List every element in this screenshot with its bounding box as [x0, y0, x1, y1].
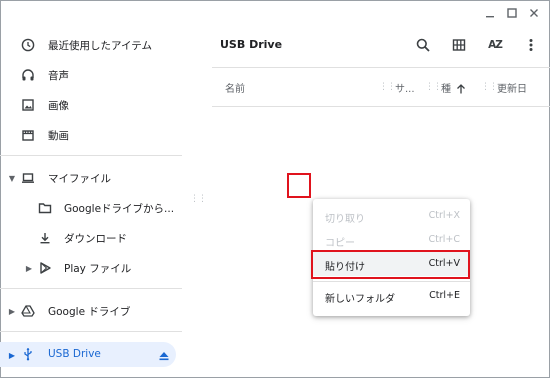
- menu-item-label: 新しいフォルダ: [325, 294, 395, 305]
- sidebar-item-label: Google ドライブ: [48, 305, 131, 318]
- sidebar-divider: [0, 331, 182, 332]
- column-header-type[interactable]: 種: [441, 80, 451, 95]
- folder-icon: [37, 200, 53, 216]
- image-icon: [20, 97, 36, 113]
- menu-item-shortcut: Ctrl+E: [429, 290, 460, 301]
- expand-arrow-icon[interactable]: ▶: [7, 306, 17, 316]
- column-header-name[interactable]: 名前: [225, 80, 245, 95]
- usb-icon: [20, 346, 36, 362]
- sidebar-item-label: Googleドライブから...: [64, 202, 175, 215]
- play-icon: [37, 260, 53, 276]
- sort-button[interactable]: AZ: [484, 34, 506, 56]
- sidebar-item-label: Play ファイル: [64, 262, 132, 275]
- download-icon: [37, 230, 53, 246]
- main-panel: USB Drive AZ 名前 ⋮⋮ サ... ⋮⋮ 種 ⋮⋮ 更新日: [212, 0, 550, 378]
- clock-icon: [20, 37, 36, 53]
- column-header-modified[interactable]: 更新日: [497, 80, 527, 95]
- expand-arrow-icon[interactable]: ▶: [7, 350, 17, 360]
- click-location-highlight: [287, 173, 311, 198]
- sidebar-item-label: 画像: [48, 99, 69, 112]
- menu-item-label: コピー: [325, 238, 355, 249]
- paste-highlight: [311, 250, 470, 279]
- sidebar-item-label: USB Drive: [48, 348, 101, 360]
- sidebar-item-label: マイファイル: [48, 172, 111, 185]
- sidebar-divider: [0, 155, 182, 156]
- more-vert-icon[interactable]: [520, 34, 542, 56]
- drive-icon: [20, 303, 36, 319]
- sidebar-item-label: 最近使用したアイテム: [48, 39, 152, 52]
- menu-item-new-folder[interactable]: 新しいフォルダ Ctrl+E: [313, 284, 470, 308]
- sidebar: 最近使用したアイテム 音声 画像 動画 ▼ マイファイル Googleドライブか…: [0, 0, 182, 378]
- header-bottom-divider: [212, 106, 550, 107]
- menu-item-cut[interactable]: 切り取り Ctrl+X: [313, 204, 470, 228]
- grid-view-icon[interactable]: [448, 34, 470, 56]
- expand-arrow-icon[interactable]: ▶: [24, 263, 34, 273]
- menu-item-copy[interactable]: コピー Ctrl+C: [313, 228, 470, 252]
- eject-icon[interactable]: [158, 347, 170, 366]
- sort-arrow-up-icon[interactable]: [455, 80, 467, 99]
- menu-divider: [313, 281, 470, 282]
- sidebar-divider: [0, 288, 182, 289]
- header-divider: [212, 67, 550, 68]
- menu-item-shortcut: Ctrl+C: [428, 234, 461, 245]
- column-header-size[interactable]: サ...: [395, 80, 415, 95]
- sidebar-item-label: 音声: [48, 69, 69, 82]
- sidebar-resize-handle[interactable]: ⋮⋮: [190, 194, 207, 204]
- sidebar-item-label: 動画: [48, 129, 69, 142]
- headphones-icon: [20, 67, 36, 83]
- column-resize-handle[interactable]: ⋮⋮: [379, 82, 396, 92]
- sidebar-item-label: ダウンロード: [64, 232, 127, 245]
- laptop-icon: [20, 170, 36, 186]
- column-resize-handle[interactable]: ⋮⋮: [481, 82, 498, 92]
- column-resize-handle[interactable]: ⋮⋮: [425, 82, 442, 92]
- film-icon: [20, 127, 36, 143]
- sidebar-item-usb-drive[interactable]: ▶ USB Drive: [0, 342, 176, 367]
- menu-item-shortcut: Ctrl+X: [428, 210, 460, 221]
- expand-arrow-icon[interactable]: ▼: [7, 173, 17, 183]
- page-title: USB Drive: [220, 38, 283, 51]
- search-icon[interactable]: [412, 34, 434, 56]
- sort-label: AZ: [488, 39, 503, 51]
- menu-item-label: 切り取り: [325, 214, 365, 225]
